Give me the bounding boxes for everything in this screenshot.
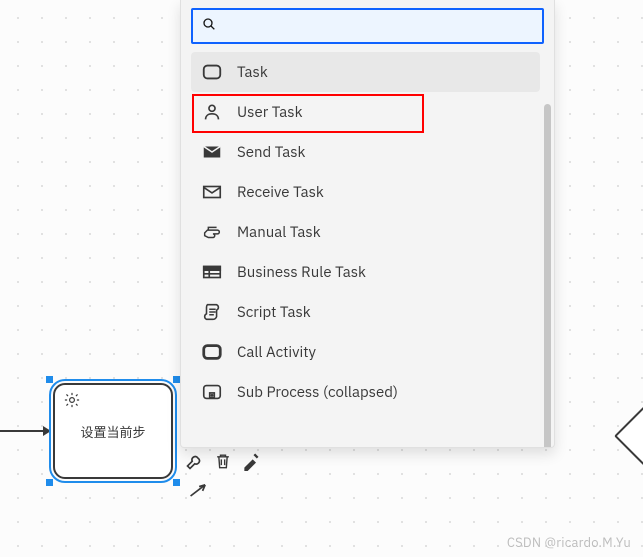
resize-handle[interactable] — [173, 479, 180, 486]
palette-item-receive-task[interactable]: Receive Task — [191, 172, 540, 212]
sub-process-icon — [201, 381, 223, 403]
task-node-label: 设置当前步 — [55, 385, 171, 477]
search-field[interactable] — [191, 8, 544, 44]
palette-item-task[interactable]: Task — [191, 52, 540, 92]
send-icon — [201, 141, 223, 163]
watermark-text: CSDN @ricardo.M.Yu — [507, 534, 631, 551]
trash-icon[interactable] — [213, 451, 233, 471]
palette-item-user-task[interactable]: User Task — [191, 92, 540, 132]
palette-item-label: Send Task — [237, 143, 305, 162]
palette-item-label: Call Activity — [237, 343, 316, 362]
palette-item-label: Business Rule Task — [237, 263, 366, 282]
palette-item-label: Sub Process (collapsed) — [237, 383, 398, 402]
palette-item-label: Receive Task — [237, 183, 324, 202]
receive-icon — [201, 181, 223, 203]
search-input[interactable] — [223, 18, 534, 34]
search-icon — [201, 16, 217, 36]
replace-element-popup: Task User Task Send Task Receive Task — [180, 0, 555, 448]
palette-item-business-rule-task[interactable]: Business Rule Task — [191, 252, 540, 292]
connect-arrow-icon[interactable] — [188, 480, 212, 504]
wrench-icon[interactable] — [185, 451, 205, 471]
hand-icon — [201, 221, 223, 243]
resize-handle[interactable] — [46, 479, 53, 486]
palette-item-send-task[interactable]: Send Task — [191, 132, 540, 172]
script-icon — [201, 301, 223, 323]
palette-item-call-activity[interactable]: Call Activity — [191, 332, 540, 372]
context-pad — [185, 451, 261, 471]
sequence-flow[interactable] — [0, 430, 50, 432]
task-icon — [201, 61, 223, 83]
table-icon — [201, 261, 223, 283]
palette-item-label: Script Task — [237, 303, 311, 322]
resize-handle[interactable] — [46, 376, 53, 383]
palette-item-label: User Task — [237, 103, 303, 122]
color-icon[interactable] — [241, 451, 261, 471]
user-icon — [201, 101, 223, 123]
palette-item-label: Task — [237, 63, 268, 82]
palette-item-label: Manual Task — [237, 223, 321, 242]
resize-handle[interactable] — [173, 376, 180, 383]
scrollbar[interactable] — [544, 104, 551, 447]
service-task-node[interactable]: 设置当前步 — [53, 383, 173, 479]
palette-item-sub-process[interactable]: Sub Process (collapsed) — [191, 372, 540, 412]
palette-list: Task User Task Send Task Receive Task — [191, 52, 540, 412]
palette-item-manual-task[interactable]: Manual Task — [191, 212, 540, 252]
call-activity-icon — [201, 341, 223, 363]
palette-item-script-task[interactable]: Script Task — [191, 292, 540, 332]
